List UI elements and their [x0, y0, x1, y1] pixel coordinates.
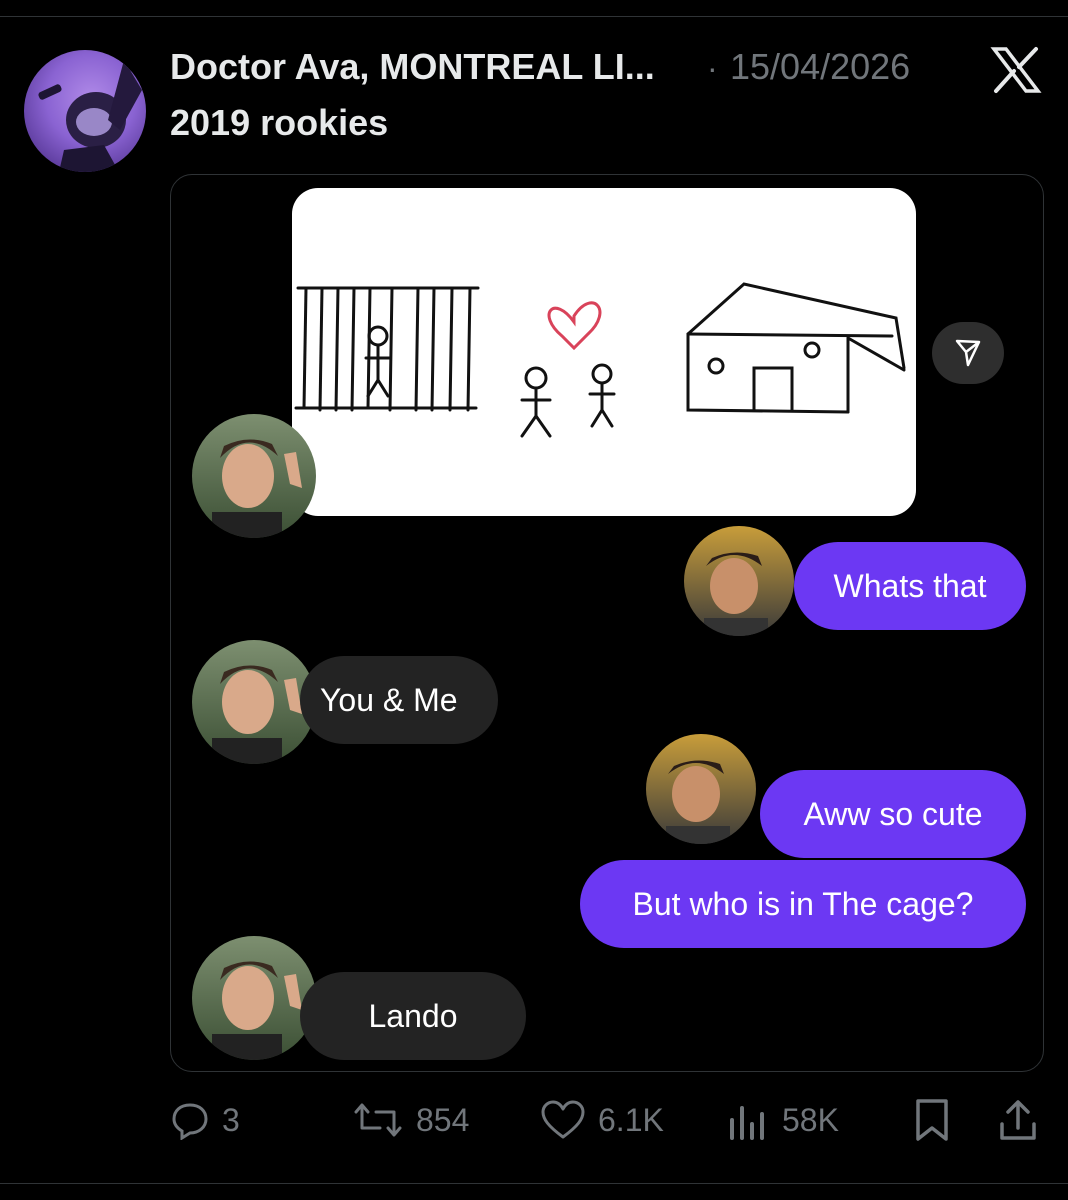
user-avatar: [684, 526, 794, 636]
bookmark-icon: [916, 1099, 948, 1141]
incoming-message: You & Me: [300, 656, 498, 744]
reply-button[interactable]: 3: [170, 1096, 240, 1144]
views-button[interactable]: 58K: [728, 1096, 839, 1144]
post-text: 2019 rookies: [170, 102, 389, 143]
author-name[interactable]: Doctor Ava, MONTREAL LI...: [170, 46, 655, 88]
repost-icon: [354, 1103, 402, 1137]
like-icon: [541, 1100, 585, 1139]
views-count: 58K: [782, 1101, 839, 1138]
repost-count: 854: [416, 1101, 470, 1138]
author-avatar[interactable]: [24, 50, 146, 172]
send-icon: [955, 339, 981, 367]
user-avatar: [646, 734, 756, 844]
drawing-message: [292, 188, 916, 516]
incoming-message: Lando: [300, 972, 526, 1060]
post-date[interactable]: 15/04/2026: [730, 46, 910, 88]
separator-dot: ·: [707, 50, 718, 86]
x-logo-icon: [990, 47, 1042, 93]
outgoing-message: But who is in The cage?: [580, 860, 1026, 948]
bottom-divider: [0, 1183, 1068, 1184]
repost-button[interactable]: 854: [352, 1096, 469, 1144]
send-button[interactable]: [932, 322, 1004, 384]
outgoing-message: Aww so cute: [760, 770, 1026, 858]
share-icon: [1000, 1100, 1036, 1140]
contact-avatar: [192, 640, 316, 764]
like-count: 6.1K: [598, 1101, 664, 1138]
contact-avatar: [192, 414, 316, 538]
outgoing-message: Whats that: [794, 542, 1026, 630]
top-divider: [0, 16, 1068, 17]
bookmark-button[interactable]: [912, 1096, 964, 1144]
like-button[interactable]: 6.1K: [540, 1096, 664, 1144]
reply-icon: [172, 1103, 208, 1140]
cage-couple-house-drawing: [294, 282, 906, 438]
contact-avatar: [192, 936, 316, 1060]
share-button[interactable]: [996, 1096, 1052, 1144]
reply-count: 3: [222, 1101, 240, 1138]
views-icon: [730, 1106, 764, 1140]
